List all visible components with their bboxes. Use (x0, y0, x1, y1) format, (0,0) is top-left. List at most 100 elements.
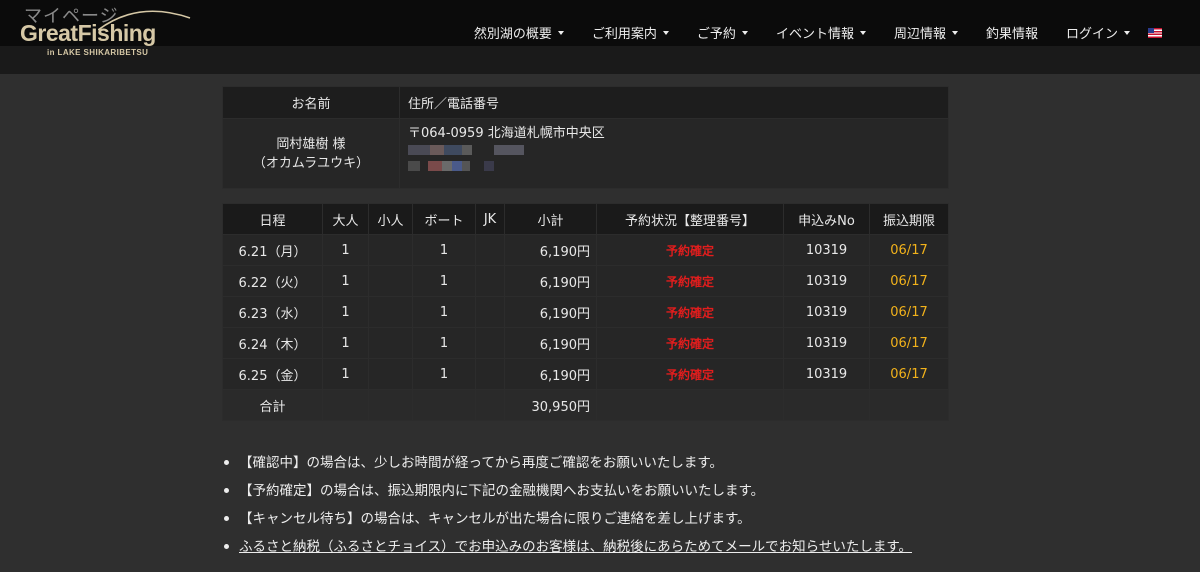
jk-cell (475, 327, 505, 359)
deadline-cell: 06/17 (869, 234, 949, 266)
date-cell: 6.23（水） (222, 296, 323, 328)
customer-info-table: お名前 住所／電話番号 岡村雄樹 様 （オカムラユウキ） 〒064-0959 北… (222, 86, 949, 189)
app-no-cell: 10319 (783, 327, 870, 359)
deadline-cell: 06/17 (869, 265, 949, 297)
main-nav: 然別湖の概要 ご利用案内 ご予約 イベント情報 周辺情報 釣果情報 ログイン (446, 23, 1162, 42)
child-cell (368, 358, 413, 390)
status-cell: 予約確定 (596, 358, 784, 390)
status-cell: 予約確定 (596, 234, 784, 266)
total-amount: 30,950円 (504, 389, 597, 421)
app-no-cell: 10319 (783, 265, 870, 297)
chevron-down-icon (951, 30, 958, 35)
status-cell: 予約確定 (596, 296, 784, 328)
nav-label: イベント情報 (775, 27, 854, 42)
table-row: 6.22（火） 1 1 6,190円 予約確定 10319 06/17 (222, 265, 949, 297)
subtotal-cell: 6,190円 (504, 296, 597, 328)
table-row: 6.24（木） 1 1 6,190円 予約確定 10319 06/17 (222, 327, 949, 359)
jk-cell (475, 358, 505, 390)
table-row: 6.25（金） 1 1 6,190円 予約確定 10319 06/17 (222, 358, 949, 390)
jk-cell (475, 265, 505, 297)
customer-name-cell: 岡村雄樹 様 （オカムラユウキ） (222, 118, 400, 189)
deadline-cell: 06/17 (869, 296, 949, 328)
date-cell: 6.21（月） (222, 234, 323, 266)
col-header: 申込みNo (783, 203, 870, 235)
boat-cell: 1 (412, 327, 476, 359)
col-header: 振込期限 (869, 203, 949, 235)
adult-cell: 1 (322, 327, 369, 359)
status-cell: 予約確定 (596, 265, 784, 297)
table-row: 6.21（月） 1 1 6,190円 予約確定 10319 06/17 (222, 234, 949, 266)
furusato-tax-link[interactable]: ふるさと納税（ふるさとチョイス）でお申込みのお客様は、納税後にあらためてメールで… (222, 536, 982, 564)
notes-list: 【確認中】の場合は、少しお時間が経ってから再度ご確認をお願いいたします。 【予約… (222, 452, 982, 564)
col-header: 予約状況【整理番号】 (596, 203, 784, 235)
app-no-cell: 10319 (783, 296, 870, 328)
boat-cell: 1 (412, 234, 476, 266)
nav-label: 周辺情報 (893, 27, 946, 42)
chevron-down-icon (741, 30, 748, 35)
adult-cell: 1 (322, 265, 369, 297)
chevron-down-icon (859, 30, 866, 35)
note-item: 【キャンセル待ち】の場合は、キャンセルが出た場合に限りご連絡を差し上げます。 (222, 508, 982, 536)
col-address-header: 住所／電話番号 (399, 86, 949, 119)
child-cell (368, 296, 413, 328)
total-label: 合計 (222, 389, 323, 421)
jk-cell (475, 296, 505, 328)
nav-label: ご予約 (696, 27, 736, 42)
date-cell: 6.25（金） (222, 358, 323, 390)
deadline-cell: 06/17 (869, 327, 949, 359)
reservation-table: 日程 大人 小人 ボート JK 小計 予約状況【整理番号】 申込みNo 振込期限… (222, 203, 949, 421)
date-cell: 6.22（火） (222, 265, 323, 297)
site-logo[interactable]: マイページ GreatFishing in LAKE SHIKARIBETSU (20, 2, 191, 58)
total-row: 合計 30,950円 (222, 389, 949, 421)
note-item: 【予約確定】の場合は、振込期限内に下記の金融機関へお支払いをお願いいたします。 (222, 480, 982, 508)
col-header: JK (475, 203, 505, 235)
nav-item-events[interactable]: イベント情報 (776, 23, 866, 42)
us-flag-icon[interactable] (1148, 27, 1162, 38)
nav-item-reservation[interactable]: ご予約 (697, 23, 748, 42)
col-name-header: お名前 (222, 86, 400, 119)
customer-name-kana: （オカムラユウキ） (252, 155, 370, 171)
logo-sub-text: in LAKE SHIKARIBETSU (47, 48, 149, 57)
col-header: ボート (412, 203, 476, 235)
subtotal-cell: 6,190円 (504, 265, 597, 297)
adult-cell: 1 (322, 296, 369, 328)
subtotal-cell: 6,190円 (504, 234, 597, 266)
child-cell (368, 234, 413, 266)
col-header: 小人 (368, 203, 413, 235)
boat-cell: 1 (412, 358, 476, 390)
nav-item-guide[interactable]: ご利用案内 (592, 23, 669, 42)
col-header: 大人 (322, 203, 369, 235)
subtotal-cell: 6,190円 (504, 327, 597, 359)
address-line: 〒064-0959 北海道札幌市中央区 (408, 126, 605, 141)
nav-item-catch-report[interactable]: 釣果情報 (986, 23, 1038, 42)
nav-label: 釣果情報 (985, 27, 1038, 42)
nav-item-nearby[interactable]: 周辺情報 (894, 23, 958, 42)
chevron-down-icon (662, 30, 669, 35)
chevron-down-icon (557, 30, 564, 35)
deadline-cell: 06/17 (869, 358, 949, 390)
customer-name: 岡村雄樹 様 (276, 136, 346, 152)
boat-cell: 1 (412, 296, 476, 328)
adult-cell: 1 (322, 234, 369, 266)
subtotal-cell: 6,190円 (504, 358, 597, 390)
table-row: 6.23（水） 1 1 6,190円 予約確定 10319 06/17 (222, 296, 949, 328)
child-cell (368, 327, 413, 359)
adult-cell: 1 (322, 358, 369, 390)
boat-cell: 1 (412, 265, 476, 297)
nav-label: ご利用案内 (591, 27, 657, 42)
app-no-cell: 10319 (783, 234, 870, 266)
chevron-down-icon (1124, 30, 1130, 35)
col-header: 小計 (504, 203, 597, 235)
table-header-row: 日程 大人 小人 ボート JK 小計 予約状況【整理番号】 申込みNo 振込期限 (222, 203, 949, 235)
status-cell: 予約確定 (596, 327, 784, 359)
app-no-cell: 10319 (783, 358, 870, 390)
note-item: 【確認中】の場合は、少しお時間が経ってから再度ご確認をお願いいたします。 (222, 452, 982, 480)
col-header: 日程 (222, 203, 323, 235)
nav-label: 然別湖の概要 (473, 27, 552, 42)
nav-label: ログイン (1065, 27, 1118, 42)
logo-brand-text: GreatFishing (20, 20, 156, 46)
date-cell: 6.24（木） (222, 327, 323, 359)
nav-item-login[interactable]: ログイン (1066, 23, 1130, 42)
nav-item-overview[interactable]: 然別湖の概要 (474, 23, 564, 42)
child-cell (368, 265, 413, 297)
